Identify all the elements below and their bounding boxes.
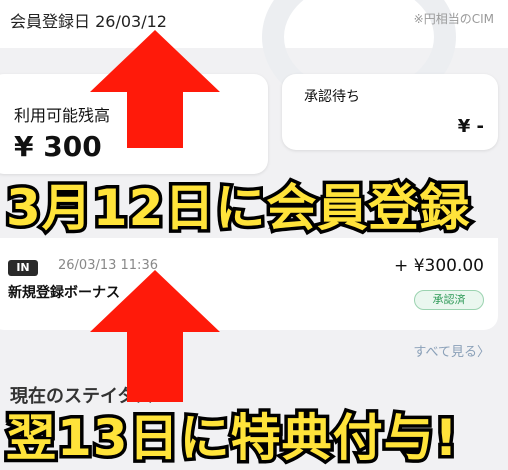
- caption-registration: 3月12日に会員登録: [2, 176, 472, 241]
- up-arrow-icon-bottom: [90, 270, 220, 402]
- caption-bonus: 翌13日に特典付与!: [2, 406, 460, 470]
- up-arrow-icon-top: [90, 30, 220, 148]
